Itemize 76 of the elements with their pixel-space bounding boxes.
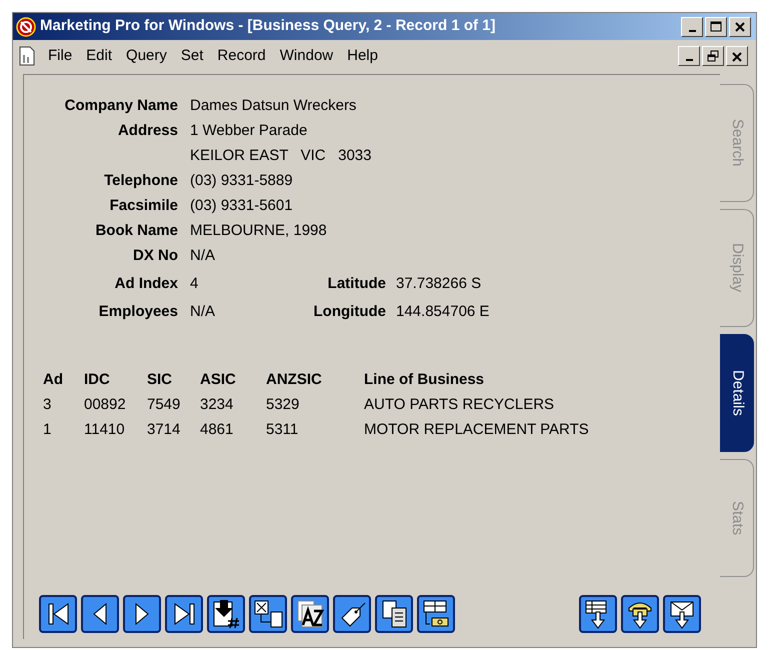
- table-cell-text: 1: [43, 420, 52, 440]
- menu-item[interactable]: Edit: [79, 44, 120, 68]
- app-logo-icon: [16, 16, 36, 36]
- close-button[interactable]: [726, 46, 748, 66]
- field-label: Address: [116, 121, 179, 141]
- column-header: ASIC: [200, 370, 237, 390]
- menu-item[interactable]: Set: [174, 44, 210, 68]
- last-button[interactable]: [165, 595, 203, 633]
- field-label: Ad Index: [114, 274, 179, 294]
- field-label: Telephone: [103, 171, 179, 191]
- table-cell-text: 5311: [266, 420, 300, 440]
- window-title: Marketing Pro for Windows - [Business Query, 2 - Record 1 of 1]: [40, 16, 496, 36]
- table-cell-text: MOTOR REPLACEMENT PARTS: [364, 420, 590, 440]
- side-tab[interactable]: Details: [720, 334, 754, 452]
- table-cell-text: 3: [43, 395, 52, 415]
- sort-button[interactable]: [291, 595, 329, 633]
- next-icon: [135, 603, 149, 625]
- menu-item[interactable]: File: [41, 44, 80, 68]
- prev-button[interactable]: [81, 595, 119, 633]
- maximize-icon: [709, 20, 723, 33]
- column-header: SIC: [147, 370, 174, 390]
- field-value: N/A: [190, 302, 216, 322]
- table-cell-text: 5329: [266, 395, 300, 415]
- minimize-icon: [686, 59, 692, 61]
- column-header: ANZSIC: [266, 370, 323, 390]
- minimize-button[interactable]: [678, 46, 700, 66]
- maximize-button[interactable]: [705, 16, 727, 36]
- close-icon: [730, 50, 744, 62]
- field-label: Employees: [98, 302, 179, 322]
- close-button[interactable]: [729, 16, 751, 36]
- field-value: MELBOURNE, 1998: [190, 221, 328, 241]
- field-value: (03) 9331-5601: [190, 196, 294, 216]
- field-label: Latitude: [326, 274, 387, 294]
- field-value: 37.738266 S: [396, 274, 482, 294]
- field-label: DX No: [132, 246, 179, 266]
- restore-icon: [706, 50, 720, 62]
- export-list-button[interactable]: [579, 595, 617, 633]
- prev-icon: [93, 603, 107, 625]
- menu-item[interactable]: Help: [340, 44, 385, 68]
- field-label: Facsimile: [108, 196, 179, 216]
- column-header: Line of Business: [364, 370, 486, 390]
- copy-button[interactable]: [375, 595, 413, 633]
- link-button[interactable]: [249, 595, 287, 633]
- menu-item[interactable]: Query: [119, 44, 174, 68]
- first-button[interactable]: [39, 595, 77, 633]
- restore-button[interactable]: [702, 46, 724, 66]
- field-value: 4: [190, 274, 200, 294]
- table-cell-text: 7549: [147, 395, 182, 415]
- table-cell-text: AUTO PARTS RECYCLERS: [364, 395, 556, 415]
- field-label: Company Name: [64, 96, 179, 116]
- field-value: Dames Datsun Wreckers: [190, 96, 358, 116]
- menu-item[interactable]: Record: [210, 44, 273, 68]
- field-value: 144.854706 E: [396, 302, 490, 322]
- column-header: IDC: [84, 370, 111, 390]
- next-button[interactable]: [123, 595, 161, 633]
- tag-button[interactable]: [333, 595, 371, 633]
- field-value: (03) 9331-5889: [190, 171, 294, 191]
- table-cell-text: 3234: [200, 395, 234, 415]
- field-label: Longitude: [312, 302, 387, 322]
- close-icon: [733, 20, 747, 33]
- menu-item[interactable]: Window: [272, 44, 340, 68]
- table-cell-text: 00892: [84, 395, 127, 415]
- document-icon[interactable]: [19, 46, 35, 66]
- export-mail-button[interactable]: [663, 595, 701, 633]
- column-header: Ad: [43, 370, 64, 390]
- field-value: KEILOR EAST VIC 3033: [190, 146, 372, 166]
- link-icon: [252, 598, 284, 630]
- table-cell-text: 4861: [200, 420, 234, 440]
- minimize-icon: [688, 30, 696, 32]
- field-value: N/A: [190, 246, 216, 266]
- field-value: 1 Webber Parade: [190, 121, 308, 141]
- minimize-button[interactable]: [681, 16, 703, 36]
- table-cell-text: 3714: [147, 420, 182, 440]
- export-phone-button[interactable]: [621, 595, 659, 633]
- field-label: Book Name: [94, 221, 179, 241]
- table-cell-text: 11410: [84, 420, 126, 440]
